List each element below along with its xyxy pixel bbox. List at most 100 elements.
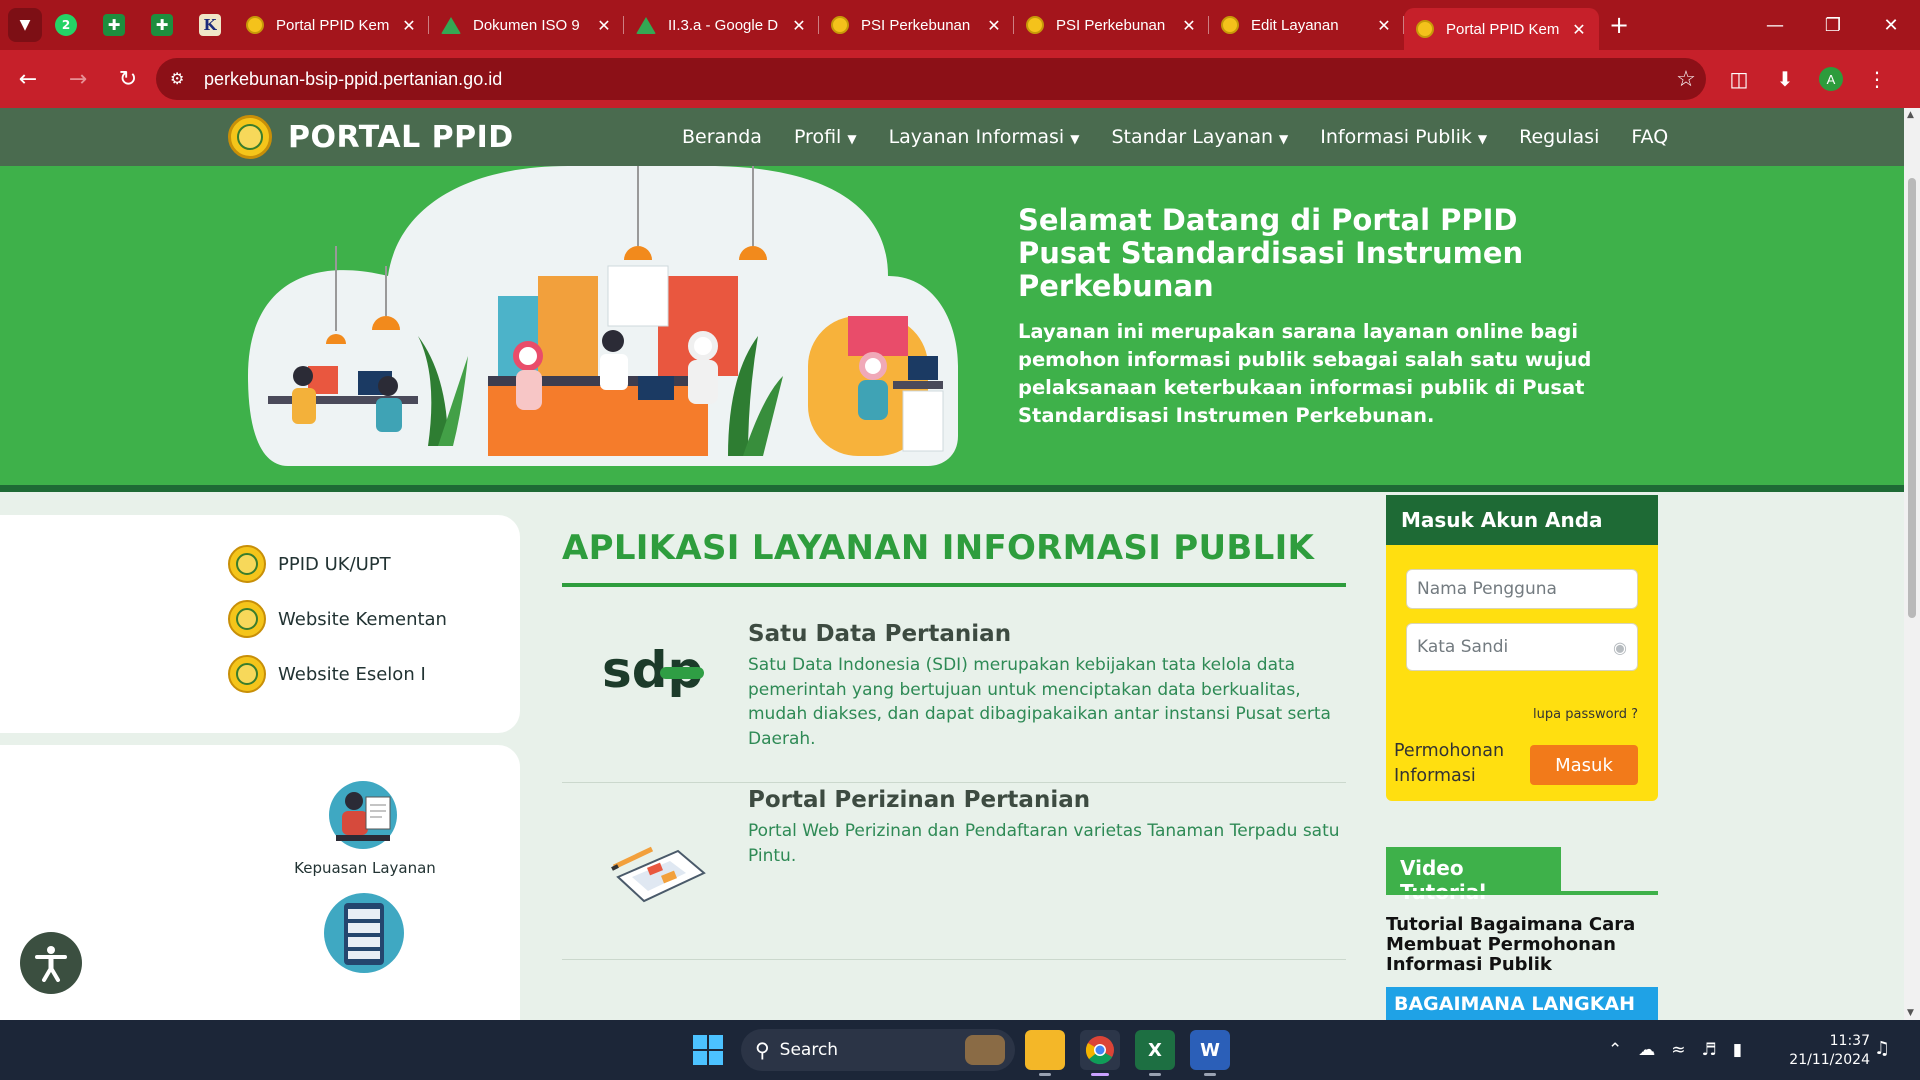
tab-3[interactable]: PSI Perkebunan ✕	[819, 7, 1014, 43]
site-settings-icon[interactable]: ⚙	[170, 69, 192, 89]
link-website-eselon-i[interactable]: Website Eselon I	[228, 655, 426, 693]
tab-6-active[interactable]: Portal PPID Kem ✕	[1404, 8, 1599, 50]
forward-arrow-icon[interactable]: →	[56, 57, 100, 101]
scroll-up-icon[interactable]: ▲	[1907, 110, 1914, 120]
close-icon[interactable]: ✕	[789, 16, 809, 35]
notification-bell-icon[interactable]: ♫	[1874, 1038, 1890, 1059]
address-bar[interactable]: ⚙ perkebunan-bsip-ppid.pertanian.go.id ☆	[156, 58, 1706, 100]
site-navbar: PORTAL PPID Beranda Profil ▼ Layanan Info…	[0, 108, 1904, 166]
scrollbar-thumb[interactable]	[1908, 178, 1916, 618]
hero-description: Layanan ini merupakan sarana layanan onl…	[1018, 320, 1592, 427]
forgot-password-link[interactable]: lupa password ?	[1533, 707, 1638, 722]
scroll-down-icon[interactable]: ▼	[1907, 1008, 1914, 1018]
menu-label: Beranda	[682, 126, 762, 148]
tab-0[interactable]: Portal PPID Kem ✕	[234, 7, 429, 43]
tab-label: II.3.a - Google D	[668, 16, 779, 34]
profile-avatar[interactable]: A	[1819, 67, 1843, 91]
tab-label: Edit Layanan	[1251, 16, 1339, 34]
caret-down-icon: ▼	[1070, 132, 1080, 146]
close-icon[interactable]: ✕	[984, 16, 1004, 35]
close-icon[interactable]: ✕	[594, 16, 614, 35]
password-input[interactable]: Kata Sandi ◉	[1406, 623, 1638, 671]
tab-4[interactable]: PSI Perkebunan ✕	[1014, 7, 1209, 43]
pinned-tab-sheets-1[interactable]: ✚	[90, 7, 138, 43]
url-text[interactable]: perkebunan-bsip-ppid.pertanian.go.id	[204, 69, 1666, 90]
login-submit-button[interactable]: Masuk	[1530, 745, 1638, 785]
tab-1[interactable]: Dokumen ISO 9 ✕	[429, 7, 624, 43]
permohonan-informasi-link[interactable]: Permohonan Informasi	[1394, 739, 1524, 789]
eye-icon[interactable]: ◉	[1613, 638, 1627, 657]
bookmark-star-icon[interactable]: ☆	[1666, 66, 1706, 92]
battery-icon[interactable]: ▮	[1733, 1040, 1742, 1060]
extensions-puzzle-icon[interactable]: ◫	[1716, 57, 1762, 101]
app-item-satu-data[interactable]: sdp Satu Data Pertanian Satu Data Indone…	[562, 603, 1346, 783]
close-icon[interactable]: ✕	[399, 16, 419, 35]
page-scrollbar[interactable]: ▲ ▼	[1904, 108, 1920, 1020]
onedrive-cloud-icon[interactable]: ☁	[1638, 1040, 1655, 1060]
menu-item-profil[interactable]: Profil ▼	[794, 126, 857, 148]
chevron-up-icon[interactable]: ⌃	[1608, 1040, 1622, 1060]
search-label: Search	[779, 1040, 839, 1060]
video-tutorial-tab[interactable]: Video Tutorial	[1386, 847, 1561, 904]
app-name[interactable]: Portal Perizinan Pertanian	[748, 787, 1090, 813]
link-ppid-uk-upt[interactable]: PPID UK/UPT	[228, 545, 391, 583]
wifi-icon[interactable]: ≈	[1671, 1040, 1685, 1060]
link-label: Website Kementan	[278, 608, 447, 630]
office-illustration	[248, 166, 958, 466]
username-input[interactable]: Nama Pengguna	[1406, 569, 1638, 609]
menu-item-faq[interactable]: FAQ	[1631, 126, 1668, 148]
volume-icon[interactable]: ♬	[1702, 1040, 1717, 1060]
excel-icon[interactable]: X	[1135, 1030, 1175, 1076]
login-panel: Masuk Akun Anda Nama Pengguna Kata Sandi…	[1386, 495, 1658, 801]
document-pen-icon	[611, 846, 706, 903]
video-thumbnail[interactable]: BAGAIMANA LANGKAH	[1386, 987, 1658, 1020]
close-window-icon[interactable]: ✕	[1862, 0, 1920, 50]
survey-person-icon[interactable]	[320, 775, 406, 849]
google-drive-favicon-icon	[441, 16, 461, 34]
link-website-kementan[interactable]: Website Kementan	[228, 600, 447, 638]
word-icon[interactable]: W	[1190, 1030, 1230, 1076]
password-placeholder: Kata Sandi	[1417, 637, 1509, 657]
menu-item-beranda[interactable]: Beranda	[682, 126, 762, 148]
menu-item-standar-layanan[interactable]: Standar Layanan ▼	[1111, 126, 1288, 148]
menu-item-regulasi[interactable]: Regulasi	[1519, 126, 1599, 148]
chrome-icon[interactable]	[1080, 1030, 1120, 1076]
close-icon[interactable]: ✕	[1374, 16, 1394, 35]
ppid-favicon-icon	[1416, 20, 1434, 38]
menu-label: Informasi Publik	[1320, 126, 1472, 148]
file-explorer-icon[interactable]	[1025, 1030, 1065, 1076]
main-menu: Beranda Profil ▼ Layanan Informasi ▼ Stand…	[666, 108, 1684, 166]
menu-item-informasi-publik[interactable]: Informasi Publik ▼	[1320, 126, 1487, 148]
tab-2[interactable]: II.3.a - Google D ✕	[624, 7, 819, 43]
kebab-menu-icon[interactable]: ⋮	[1854, 57, 1900, 101]
windows-start-icon[interactable]	[693, 1035, 723, 1065]
server-cabinet-icon[interactable]	[322, 891, 406, 975]
restore-icon[interactable]: ❐	[1804, 0, 1862, 50]
window-controls: — ❐ ✕	[1746, 0, 1920, 50]
ppid-favicon-icon	[246, 16, 264, 34]
caret-down-icon: ▼	[1279, 132, 1289, 146]
pinned-tab-whatsapp[interactable]: 2	[42, 7, 90, 43]
close-icon[interactable]: ✕	[1179, 16, 1199, 35]
video-title[interactable]: Tutorial Bagaimana Cara Membuat Permohon…	[1386, 915, 1658, 975]
taskbar-clock[interactable]: 11:37 21/11/2024	[1786, 1032, 1870, 1070]
tab-5[interactable]: Edit Layanan ✕	[1209, 7, 1404, 43]
reload-icon[interactable]: ↻	[106, 57, 150, 101]
app-description: Satu Data Indonesia (SDI) merupakan kebi…	[748, 655, 1331, 749]
accessibility-button[interactable]	[20, 932, 82, 994]
tab-search-chevron-icon[interactable]: ▼	[8, 8, 42, 42]
download-icon[interactable]: ⬇	[1762, 57, 1808, 101]
back-arrow-icon[interactable]: ←	[6, 57, 50, 101]
app-item-portal-perizinan[interactable]: Portal Perizinan Pertanian Portal Web Pe…	[562, 783, 1346, 960]
site-logo[interactable]: PORTAL PPID	[228, 115, 514, 159]
pinned-tab-sheets-2[interactable]: ✚	[138, 7, 186, 43]
taskbar-search[interactable]: ⚲ Search	[741, 1029, 1015, 1071]
close-icon[interactable]: ✕	[1569, 20, 1589, 39]
menu-item-layanan-informasi[interactable]: Layanan Informasi ▼	[889, 126, 1080, 148]
menu-label: Profil	[793, 126, 842, 148]
new-tab-plus-icon[interactable]: +	[1599, 11, 1639, 39]
service-label-kepuasan[interactable]: Kepuasan Layanan	[260, 859, 470, 877]
app-name[interactable]: Satu Data Pertanian	[748, 621, 1011, 647]
pinned-tab-k[interactable]: K	[186, 7, 234, 43]
minimize-icon[interactable]: —	[1746, 0, 1804, 50]
